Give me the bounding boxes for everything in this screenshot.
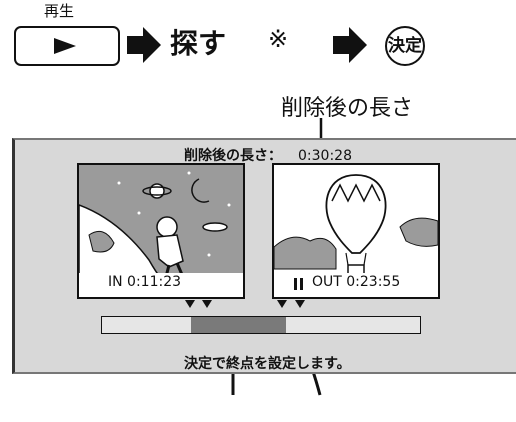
length-callout: 削除後の長さ (281, 96, 414, 121)
pause-icon (294, 278, 303, 290)
out-marker (277, 300, 287, 308)
in-point-caption: IN 0:11:23 (108, 274, 182, 290)
note-mark: ※ (268, 25, 289, 53)
play-label: 再生 (44, 2, 75, 20)
play-button[interactable] (14, 26, 120, 66)
remaining-length-label: 削除後の長さ： (184, 148, 282, 164)
search-step: 探す (170, 27, 227, 60)
remaining-length: 削除後の長さ： 0:30:28 (184, 145, 352, 165)
arrow-right-icon (333, 27, 367, 63)
out-marker (295, 300, 305, 308)
in-marker (185, 300, 195, 308)
timeline-bar[interactable] (101, 316, 421, 334)
remaining-length-value: 0:30:28 (298, 148, 352, 164)
in-marker (202, 300, 212, 308)
arrow-right-icon (127, 27, 161, 63)
play-icon (54, 38, 76, 54)
enter-button[interactable]: 決定 (385, 26, 425, 66)
guide-message: 決定で終点を設定します。 (184, 356, 351, 372)
out-point-caption: OUT 0:23:55 (312, 274, 401, 290)
deleted-segment (191, 317, 287, 333)
